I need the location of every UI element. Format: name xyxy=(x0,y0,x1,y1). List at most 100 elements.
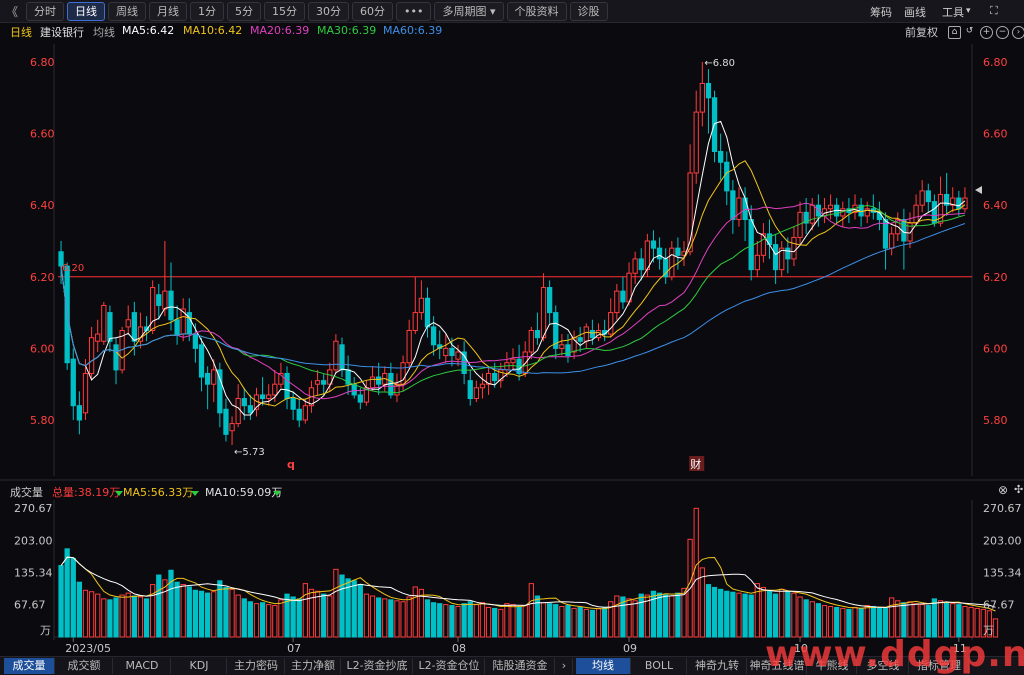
volume-bar xyxy=(540,602,547,638)
volume-bar xyxy=(931,598,938,638)
candle-body xyxy=(632,258,638,274)
volume-bar xyxy=(247,601,254,638)
volume-bar xyxy=(58,565,64,638)
volume-bar xyxy=(858,607,864,638)
tab-indicator-2[interactable]: MACD xyxy=(114,658,171,674)
volume-tick-left: 67.67 xyxy=(14,599,46,612)
volume-bar xyxy=(137,596,144,638)
candle-body xyxy=(467,380,473,400)
volume-bar xyxy=(803,599,809,638)
candle-body xyxy=(113,344,119,371)
time-label: 2023/05 xyxy=(65,642,111,655)
volume-bar xyxy=(638,593,644,638)
candle-body xyxy=(272,383,278,396)
volume-bar xyxy=(241,598,247,638)
volume-bar xyxy=(852,606,858,638)
price-tick-right: 6.40 xyxy=(983,199,1008,212)
tab-indicator-1[interactable]: 成交额 xyxy=(56,658,113,674)
volume-bar xyxy=(284,593,290,638)
candle-body xyxy=(534,330,541,339)
tab-indicator-7[interactable]: L2-资金仓位 xyxy=(414,658,485,674)
volume-bar xyxy=(504,603,510,638)
volume-bar xyxy=(479,602,486,638)
volume-bar xyxy=(168,569,174,638)
volume-bar xyxy=(522,605,528,638)
volume-bar xyxy=(864,605,870,638)
candle-body xyxy=(369,376,376,389)
candle-body xyxy=(791,236,797,260)
volume-bar xyxy=(974,607,980,638)
kline-chart[interactable]: 6.80 6.80 6.60 6.60 6.40 6.40 6.20 6.20 6.00 6.00… xyxy=(0,0,1024,674)
candle-body xyxy=(577,337,583,342)
volume-bar xyxy=(296,598,302,638)
volume-bar xyxy=(595,607,602,638)
volume-bar xyxy=(962,605,968,638)
volume-bar xyxy=(577,606,583,638)
volume-bar xyxy=(693,507,699,638)
volume-unit-left: 万 xyxy=(40,624,51,637)
volume-bar xyxy=(571,607,577,638)
volume-bar xyxy=(870,605,876,638)
tab-indicator-5[interactable]: 主力净额 xyxy=(286,658,341,674)
volume-bar xyxy=(559,605,565,638)
volume-bar xyxy=(101,598,107,638)
volume-bar xyxy=(779,588,785,638)
tab-indicator-4[interactable]: 主力密码 xyxy=(228,658,285,674)
candle-body xyxy=(772,244,779,271)
candle-body xyxy=(247,405,254,414)
candle-body xyxy=(693,111,699,174)
candle-body xyxy=(913,204,919,224)
tab-indicator-3[interactable]: KDJ xyxy=(172,658,227,674)
candle-body xyxy=(131,312,137,342)
volume-bar xyxy=(308,588,315,638)
tab-indicator-8[interactable]: 陆股通资金 xyxy=(486,658,555,674)
candle-body xyxy=(204,372,211,385)
volume-bar xyxy=(259,602,266,638)
volume-bar xyxy=(614,595,620,638)
volume-bar xyxy=(889,597,895,638)
candle-body xyxy=(608,312,614,335)
candle-body xyxy=(699,82,705,113)
candle-body xyxy=(351,383,357,396)
candle-body xyxy=(589,330,596,339)
tab-indicator-9[interactable]: 均线 xyxy=(576,658,631,674)
price-tick-right: 6.60 xyxy=(983,128,1008,141)
volume-bar xyxy=(650,590,657,638)
candle-body xyxy=(620,290,626,303)
volume-bar xyxy=(88,591,95,638)
tab-indicator-11[interactable]: 神奇九转 xyxy=(688,658,747,674)
volume-bar xyxy=(840,607,846,638)
volume-bar xyxy=(253,603,260,638)
chevron-right-icon[interactable]: › xyxy=(556,658,573,674)
candle-body xyxy=(876,211,883,221)
candle-body xyxy=(88,337,95,374)
candle-body xyxy=(424,297,431,328)
volume-bar xyxy=(834,606,840,638)
candle-body xyxy=(785,247,791,260)
time-label: 09 xyxy=(623,642,637,655)
candle-body xyxy=(705,82,712,99)
candle-body xyxy=(559,344,565,349)
tab-indicator-10[interactable]: BOLL xyxy=(632,658,687,674)
candle-body xyxy=(321,380,327,385)
volume-tick-left: 270.67 xyxy=(14,502,53,515)
candle-body xyxy=(162,290,168,310)
candle-body xyxy=(614,290,620,314)
tab-indicator-6[interactable]: L2-资金抄底 xyxy=(342,658,413,674)
time-label: 08 xyxy=(452,642,466,655)
volume-bar xyxy=(516,605,522,638)
last-price-pointer xyxy=(975,186,982,194)
volume-bar xyxy=(430,602,437,638)
volume-bar xyxy=(333,568,339,638)
volume-bar xyxy=(174,581,180,638)
volume-bar xyxy=(656,592,663,638)
volume-bar xyxy=(791,592,797,638)
candle-body xyxy=(296,408,302,421)
price-tick-left: 6.80 xyxy=(30,56,55,69)
volume-bar xyxy=(223,586,229,638)
volume-bar xyxy=(376,597,382,638)
volume-bar xyxy=(730,591,736,638)
candle-body xyxy=(125,319,131,328)
volume-bar xyxy=(382,598,388,638)
tab-indicator-0[interactable]: 成交量 xyxy=(4,658,55,674)
